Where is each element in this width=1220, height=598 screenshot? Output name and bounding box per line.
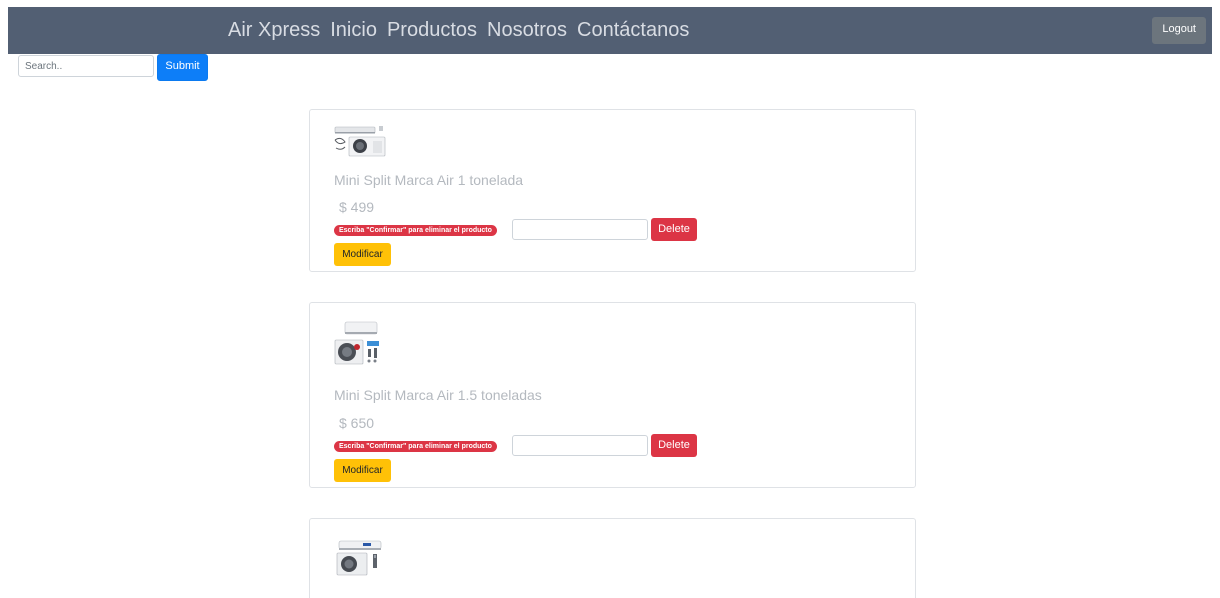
search-input[interactable]: [18, 55, 154, 77]
product-price: $ 650: [339, 415, 375, 431]
delete-button[interactable]: Delete: [651, 218, 697, 241]
page: Air Xpress Inicio Productos Nosotros Con…: [0, 0, 1220, 598]
product-price: $ 499: [339, 199, 375, 215]
nav-link-inicio[interactable]: Inicio: [330, 19, 377, 42]
confirm-input[interactable]: [512, 219, 648, 240]
navbar: Air Xpress Inicio Productos Nosotros Con…: [8, 7, 1212, 54]
product-name: Mini Split Marca Air 1.5 toneladas: [334, 387, 542, 403]
product-card: Mini Split Marca Air 1 tonelada $ 499 Es…: [309, 109, 916, 272]
delete-button[interactable]: Delete: [651, 434, 697, 457]
nav-links: Air Xpress Inicio Productos Nosotros Con…: [228, 7, 689, 54]
confirm-hint-badge: Escriba "Confirmar" para eliminar el pro…: [334, 225, 497, 236]
submit-button[interactable]: Submit: [157, 54, 208, 81]
confirm-input[interactable]: [512, 435, 648, 456]
logout-button[interactable]: Logout: [1152, 17, 1206, 44]
nav-link-productos[interactable]: Productos: [387, 19, 477, 42]
product-card: [309, 518, 916, 598]
product-card: Mini Split Marca Air 1.5 toneladas $ 650…: [309, 302, 916, 488]
product-image: [334, 321, 379, 365]
product-image: [334, 126, 386, 157]
modify-button[interactable]: Modificar: [334, 459, 391, 482]
nav-link-nosotros[interactable]: Nosotros: [487, 19, 567, 42]
product-name: Mini Split Marca Air 1 tonelada: [334, 172, 524, 188]
product-image: [336, 540, 382, 576]
nav-brand[interactable]: Air Xpress: [228, 19, 320, 42]
confirm-hint-badge: Escriba "Confirmar" para eliminar el pro…: [334, 441, 497, 452]
nav-link-contactanos[interactable]: Contáctanos: [577, 19, 689, 42]
modify-button[interactable]: Modificar: [334, 243, 391, 266]
